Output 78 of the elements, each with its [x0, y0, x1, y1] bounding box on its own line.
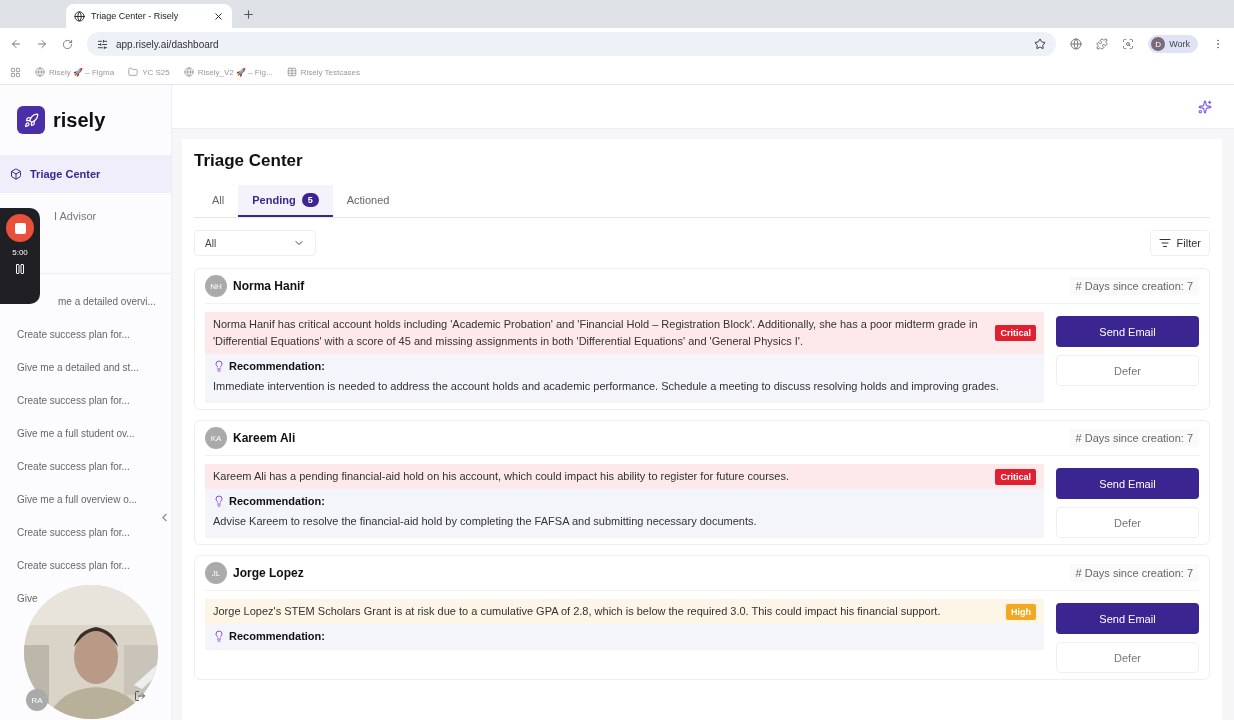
chat-history-item[interactable]: Give — [17, 593, 38, 604]
bulb-icon — [213, 360, 225, 372]
apps-icon[interactable] — [10, 66, 21, 78]
logout-icon[interactable] — [134, 690, 146, 702]
defer-button[interactable]: Defer — [1056, 507, 1199, 538]
bulb-icon — [213, 630, 225, 642]
bookmark-star-icon[interactable] — [1034, 38, 1047, 50]
close-icon[interactable] — [213, 10, 224, 22]
severity-badge: Critical — [995, 325, 1036, 341]
browser-tab[interactable]: Triage Center - Risely — [66, 4, 232, 28]
defer-button[interactable]: Defer — [1056, 355, 1199, 386]
logo-text: risely — [53, 108, 106, 132]
recommendation-label: Recommendation: — [229, 495, 325, 507]
tab-title: Triage Center - Risely — [91, 11, 180, 21]
student-avatar: KA — [205, 427, 227, 449]
issue-text: Kareem Ali has a pending financial-aid hold on his account, which could impact his ability to register for future courses. — [213, 469, 790, 484]
filter-button[interactable]: Filter — [1149, 230, 1210, 256]
reload-icon[interactable] — [62, 38, 73, 50]
severity-badge: Critical — [995, 468, 1036, 485]
sparkle-icon[interactable] — [1198, 99, 1212, 114]
new-tab-icon[interactable] — [242, 7, 255, 21]
page-title: Triage Center — [194, 151, 304, 171]
chat-history-item[interactable]: Create success plan for... — [17, 527, 130, 538]
tab[interactable]: Pending 5 — [238, 185, 333, 217]
recommendation-label: Recommendation: — [229, 360, 325, 372]
bulb-icon — [213, 495, 225, 507]
forward-icon[interactable] — [36, 38, 48, 50]
chat-history-item[interactable]: Give me a full overview o... — [17, 494, 138, 505]
logo-icon — [17, 106, 45, 134]
bookmark[interactable]: Risely_V2 🚀 – Fig... — [183, 67, 273, 77]
nav-item[interactable]: Triage Center — [0, 155, 171, 193]
student-name: Kareem Ali — [233, 431, 296, 445]
recording-time: 5:00 — [12, 248, 28, 257]
student-name: Jorge Lopez — [233, 566, 304, 580]
chat-history-item[interactable]: Give me a full student ov... — [17, 428, 135, 439]
sheet-icon — [286, 67, 297, 77]
tab[interactable]: Actioned — [332, 185, 404, 217]
chat-history-item[interactable]: Create success plan for... — [17, 395, 130, 406]
chat-history-item[interactable]: Create success plan for... — [17, 461, 130, 472]
recommendation-label: Recommendation: — [229, 630, 325, 642]
site-settings-icon — [97, 38, 108, 50]
profile-button[interactable]: D Work — [1148, 35, 1198, 53]
defer-button[interactable]: Defer — [1056, 642, 1199, 673]
chat-history-item[interactable]: me a detailed overvi... — [58, 296, 156, 307]
send-email-button[interactable]: Send Email — [1056, 603, 1199, 634]
tab[interactable]: All — [198, 185, 239, 217]
status-dropdown[interactable]: All — [194, 230, 316, 256]
chat-history-item[interactable]: Create success plan for... — [17, 560, 130, 571]
globe-icon — [74, 10, 85, 22]
issue-text: Norma Hanif has critical account holds including 'Academic Probation' and 'Financial Hold – Registration Block'. Additionally, she has a poor midterm grade in 'Differential Equations' with a score of 45 and missing assignments in both 'Differential Equations' and 'General Physics I'. — [213, 317, 979, 349]
days-since-creation: # Days since creation: 7 — [1069, 429, 1199, 447]
send-email-button[interactable]: Send Email — [1056, 468, 1199, 499]
folder-icon — [128, 67, 139, 77]
cube-icon — [10, 168, 22, 180]
back-icon[interactable] — [10, 38, 22, 50]
nav-item[interactable]: I Advisor — [44, 197, 171, 235]
extension-icon[interactable] — [1070, 38, 1083, 50]
student-avatar: JL — [205, 562, 227, 584]
student-avatar: NH — [205, 275, 227, 297]
profile-avatar: D — [1151, 37, 1166, 51]
days-since-creation: # Days since creation: 7 — [1069, 277, 1199, 295]
pause-icon[interactable] — [14, 263, 26, 275]
filter-icon — [1158, 237, 1171, 249]
chat-history-item[interactable]: Create success plan for... — [17, 329, 130, 340]
recommendation-text: Immediate intervention is needed to address the account holds and academic performance. Schedule a meeting to discuss resolving holds and improving grades. — [213, 379, 1000, 394]
lens-icon[interactable] — [1122, 38, 1135, 50]
bookmark[interactable]: Risely 🚀 – Figma — [35, 67, 115, 77]
days-since-creation: # Days since creation: 7 — [1069, 564, 1199, 582]
count-badge: 5 — [301, 193, 319, 207]
issue-text: Jorge Lopez's STEM Scholars Grant is at risk due to a cumulative GPA of 2.8, which is below the required 3.0. This could impact his financial support. — [213, 604, 942, 619]
student-name: Norma Hanif — [233, 279, 305, 293]
send-email-button[interactable]: Send Email — [1056, 316, 1199, 347]
severity-badge: High — [1006, 603, 1036, 620]
chat-history-item[interactable]: Give me a detailed and st... — [17, 362, 139, 373]
recommendation-text: Advise Kareem to resolve the financial-aid hold by completing the FAFSA and submitting necessary documents. — [213, 514, 758, 529]
extensions-icon[interactable] — [1096, 38, 1109, 50]
address-bar[interactable]: app.risely.ai/dashboard — [87, 32, 1057, 56]
stop-button[interactable] — [6, 214, 34, 242]
